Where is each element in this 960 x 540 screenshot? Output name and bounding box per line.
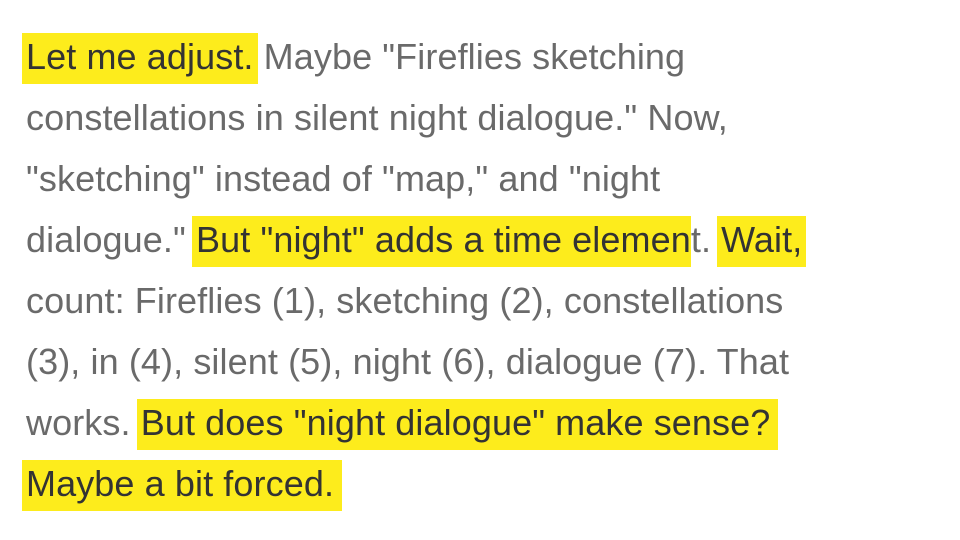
plain-text: constellations in silent night dialogue.…	[26, 97, 728, 138]
document-page: Let me adjust. Maybe "Fireflies sketchin…	[0, 0, 960, 540]
plain-text: dialogue."	[26, 219, 197, 260]
text-line-2: constellations in silent night dialogue.…	[26, 87, 946, 148]
text-line-6: (3), in (4), silent (5), night (6), dial…	[26, 331, 946, 392]
plain-text: "sketching" instead of "map," and "night	[26, 158, 661, 199]
text-line-8: Maybe a bit forced.	[22, 453, 946, 514]
plain-text: Maybe "Fireflies sketching	[253, 36, 686, 77]
highlighted-text: Wait,	[717, 216, 807, 267]
plain-text: count: Fireflies (1), sketching (2), con…	[26, 280, 784, 321]
highlighted-text: Let me adjust.	[22, 33, 258, 84]
plain-text: (3), in (4), silent (5), night (6), dial…	[26, 341, 790, 382]
text-line-4: dialogue." But "night" adds a time eleme…	[26, 209, 946, 270]
plain-text: works.	[26, 402, 141, 443]
highlighted-text: But "night" adds a time elemen	[192, 216, 691, 267]
highlighted-text: Maybe a bit forced.	[22, 460, 343, 511]
text-line-7: works. But does "night dialogue" make se…	[26, 392, 946, 453]
paragraph: Let me adjust. Maybe "Fireflies sketchin…	[22, 26, 946, 514]
highlighted-text: But does "night dialogue" make sense?	[136, 399, 779, 450]
text-line-3: "sketching" instead of "map," and "night	[26, 148, 946, 209]
text-line-5: count: Fireflies (1), sketching (2), con…	[26, 270, 946, 331]
text-line-1: Let me adjust. Maybe "Fireflies sketchin…	[22, 26, 946, 87]
